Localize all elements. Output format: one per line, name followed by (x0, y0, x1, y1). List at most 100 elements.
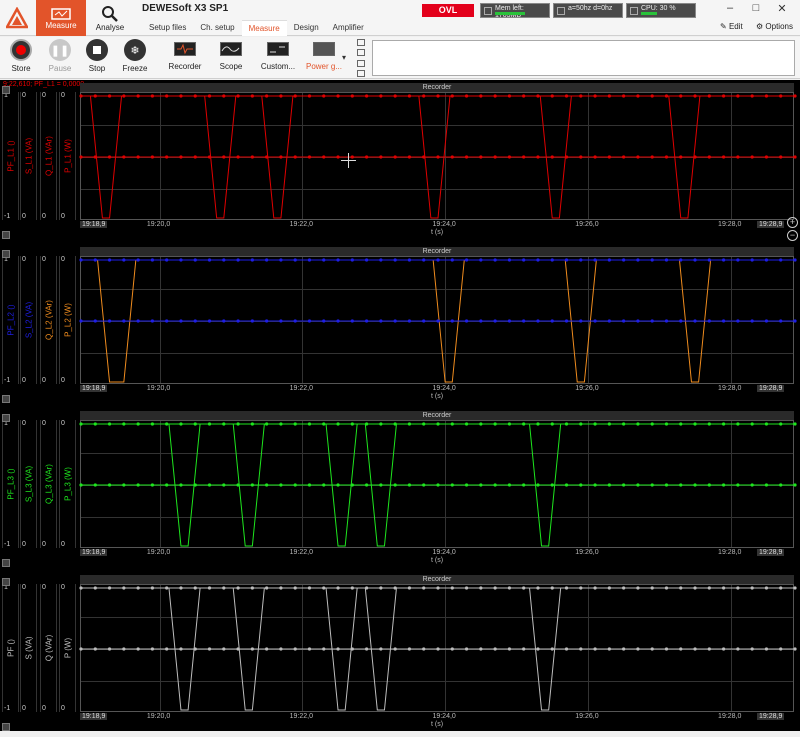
plot-area[interactable] (79, 584, 797, 712)
sample-point (150, 258, 154, 262)
y-axis[interactable]: 0 0 Q (VAr) (40, 584, 57, 712)
more-dropdown-arrow[interactable]: ▾ (342, 53, 346, 62)
power-guide-button[interactable]: Power g... (301, 39, 347, 77)
y-axis[interactable]: 1 -1 PF () (2, 584, 19, 712)
custom-button[interactable]: Custom... (255, 39, 301, 77)
panel-corner-button[interactable] (2, 250, 10, 258)
tab-amplifier[interactable]: Amplifier (326, 20, 371, 36)
recorder-title: Recorder (80, 247, 794, 256)
note-icon[interactable] (357, 49, 365, 57)
options-link[interactable]: ⚙ Options (756, 22, 793, 31)
sample-point (136, 258, 140, 262)
tab-ch-setup[interactable]: Ch. setup (193, 20, 241, 36)
recorder-panel[interactable]: Recorder 1 -1 PF_L2 () 0 0 S_L2 (VA) 0 0 Q_L2 (VA… (0, 247, 800, 409)
sample-point (422, 647, 426, 651)
stop-button[interactable]: Stop (79, 39, 115, 77)
y-axis-label: Q_L2 (VAr) (44, 300, 53, 340)
sample-point (679, 258, 683, 262)
y-axis[interactable]: 0 0 S_L2 (VA) (20, 256, 37, 384)
zoom-out-icon[interactable]: − (787, 230, 798, 241)
sample-point (507, 94, 511, 98)
sample-point (307, 258, 312, 262)
close-button[interactable]: ✕ (772, 2, 792, 16)
y-axis[interactable]: 0 0 S_L1 (VA) (20, 92, 37, 220)
sample-point (436, 647, 440, 651)
freeze-button[interactable]: ❄ Freeze (117, 39, 153, 77)
sample-point (479, 155, 483, 159)
sample-point (793, 647, 797, 651)
mode-measure-button[interactable]: Measure (36, 0, 86, 36)
panel-corner-button[interactable] (2, 414, 10, 422)
sample-point (222, 483, 226, 487)
sample-point (250, 94, 254, 98)
x-axis-start[interactable]: 19:18,9 (80, 549, 108, 556)
recorder-panel[interactable]: Recorder 1 -1 PF () 0 0 S (VA) 0 0 Q (VAr) 0 0 P (W)… (0, 575, 800, 737)
x-axis-start[interactable]: 19:18,9 (80, 385, 108, 392)
y-axis[interactable]: 0 0 Q_L3 (VAr) (40, 420, 57, 548)
sample-point (250, 422, 254, 426)
y-axis[interactable]: 0 0 S (VA) (20, 584, 37, 712)
sample-point (564, 258, 569, 262)
microphone-icon[interactable] (357, 59, 365, 67)
y-axis[interactable]: 0 0 P_L1 (W) (59, 92, 76, 220)
mode-analyse-button[interactable]: Analyse (86, 0, 134, 36)
sample-point (279, 155, 283, 159)
plot-area[interactable] (79, 420, 797, 548)
memory-bar (495, 12, 525, 15)
sample-point (136, 647, 140, 651)
recorder-button[interactable]: Recorder (162, 39, 208, 77)
y-axis[interactable]: 0 0 Q_L2 (VAr) (40, 256, 57, 384)
pointer-icon[interactable] (357, 69, 365, 77)
sample-point (179, 483, 183, 487)
x-axis-end[interactable]: 19:28,9 (757, 549, 785, 556)
pause-button[interactable]: ❚❚ Pause (42, 39, 78, 77)
y-axis[interactable]: 0 0 S_L3 (VA) (20, 420, 37, 548)
x-axis-start[interactable]: 19:18,9 (80, 713, 108, 720)
sample-point (793, 319, 797, 323)
tab-setup-files[interactable]: Setup files (142, 20, 193, 36)
sample-point (507, 647, 511, 651)
sample-point (365, 155, 369, 159)
y-axis[interactable]: 1 -1 PF_L1 () (2, 92, 19, 220)
sample-point (650, 483, 654, 487)
y-axis[interactable]: 0 0 P_L3 (W) (59, 420, 76, 548)
sample-point (764, 258, 769, 262)
sample-point (379, 586, 383, 590)
sample-point (365, 94, 369, 98)
sample-point (93, 483, 97, 487)
tab-measure[interactable]: Measure (241, 20, 287, 36)
panel-corner-button[interactable] (2, 231, 10, 239)
sample-point (365, 319, 369, 323)
recorder-panel[interactable]: Recorder 1 -1 PF_L3 () 0 0 S_L3 (VA) 0 0 Q_L3 (VA… (0, 411, 800, 573)
y-axis[interactable]: 0 0 P (W) (59, 584, 76, 712)
panel-corner-button[interactable] (2, 86, 10, 94)
y-axis[interactable]: 1 -1 PF_L2 () (2, 256, 19, 384)
sample-point (207, 94, 212, 98)
x-axis-end[interactable]: 19:28,9 (757, 221, 785, 228)
y-axis[interactable]: 0 0 Q_L1 (VAr) (40, 92, 57, 220)
grid-icon[interactable] (357, 39, 365, 46)
y-axis[interactable]: 1 -1 PF_L3 () (2, 420, 19, 548)
y-axis[interactable]: 0 0 P_L2 (W) (59, 256, 76, 384)
sample-point (293, 647, 297, 651)
edit-link[interactable]: ✎ Edit (720, 22, 743, 31)
zoom-in-icon[interactable]: + (787, 217, 798, 228)
event-message-box[interactable] (372, 40, 795, 76)
sample-point (293, 586, 297, 590)
minimize-button[interactable]: – (720, 2, 740, 16)
maximize-button[interactable]: □ (746, 2, 766, 16)
x-axis-start[interactable]: 19:18,9 (80, 221, 108, 228)
panel-corner-button[interactable] (2, 559, 10, 567)
panel-corner-button[interactable] (2, 395, 10, 403)
plot-area[interactable] (79, 256, 797, 384)
plot-area[interactable] (79, 92, 797, 220)
scope-button[interactable]: Scope (208, 39, 254, 77)
sample-point (450, 155, 454, 159)
store-button[interactable]: Store (3, 39, 39, 77)
panel-corner-button[interactable] (2, 723, 10, 731)
recorder-panel[interactable]: Recorder 1 -1 PF_L1 () 0 0 S_L1 (VA) 0 0 Q_L1 (VA… (0, 83, 800, 245)
tab-design[interactable]: Design (287, 20, 326, 36)
panel-corner-button[interactable] (2, 578, 10, 586)
x-axis-end[interactable]: 19:28,9 (757, 713, 785, 720)
x-axis-end[interactable]: 19:28,9 (757, 385, 785, 392)
